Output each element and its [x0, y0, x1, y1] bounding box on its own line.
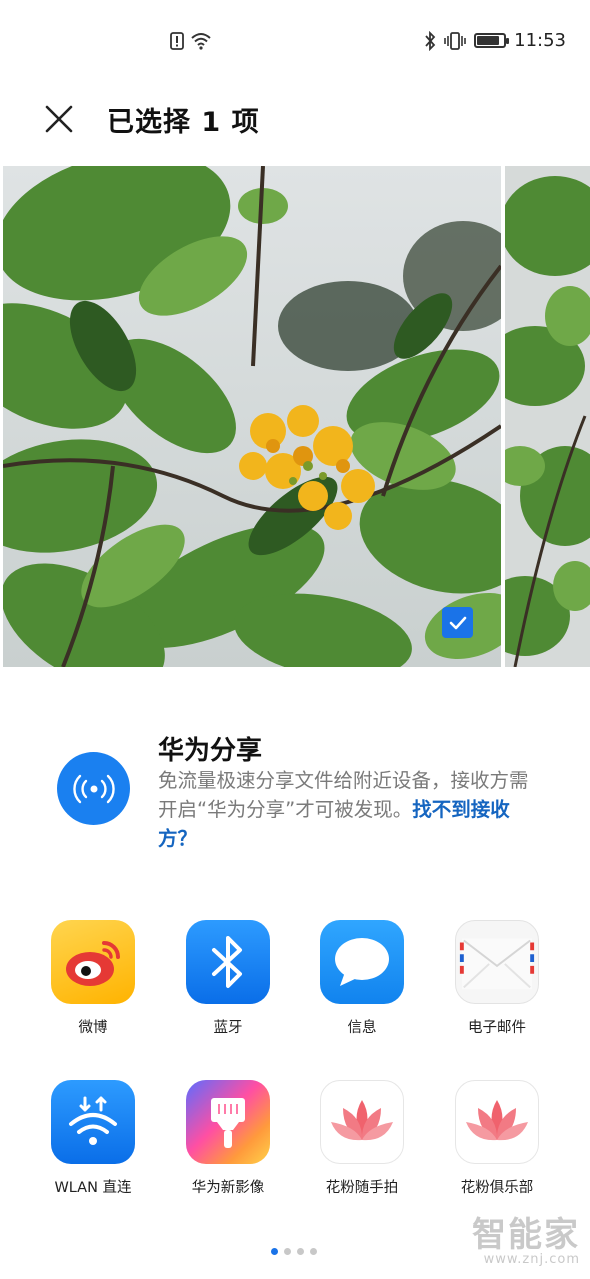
app-huafen-club[interactable]: 花粉俱乐部	[437, 1080, 557, 1197]
app-weibo[interactable]: 微博	[33, 920, 153, 1037]
share-description: 免流量极速分享文件给附近设备，接收方需开启“华为分享”才可被发现。找不到接收方？	[158, 766, 530, 853]
lotus-icon	[320, 1080, 404, 1164]
watermark-url: www.znj.com	[483, 1252, 580, 1267]
messages-icon	[320, 920, 404, 1004]
vibrate-icon	[444, 31, 466, 50]
app-label: 信息	[347, 1020, 377, 1036]
app-row-1: 微博 蓝牙 信息 电子邮件	[0, 920, 590, 1040]
flower-photo	[3, 166, 501, 667]
app-messages[interactable]: 信息	[302, 920, 422, 1037]
status-bar: 11:53	[0, 0, 590, 86]
status-right-icons: 11:53	[424, 30, 566, 51]
battery-fill	[477, 36, 500, 45]
bluetooth-icon	[425, 30, 436, 51]
selected-photo[interactable]	[3, 166, 501, 667]
app-label: 花粉俱乐部	[460, 1180, 534, 1196]
weibo-icon	[51, 920, 135, 1004]
alert-icon	[170, 32, 184, 50]
app-wlan-direct[interactable]: WLAN 直连	[33, 1080, 153, 1197]
email-icon	[455, 920, 539, 1004]
page-dot[interactable]	[310, 1248, 317, 1255]
battery-icon	[474, 33, 510, 48]
page-dot[interactable]	[297, 1248, 304, 1255]
app-huafen-snap[interactable]: 花粉随手拍	[302, 1080, 422, 1197]
app-email[interactable]: 电子邮件	[437, 920, 557, 1037]
photo-strip[interactable]	[0, 166, 590, 667]
nearby-share-icon[interactable]	[57, 752, 130, 825]
huawei-imaging-icon	[186, 1080, 270, 1164]
wlan-direct-icon	[51, 1080, 135, 1164]
selection-header: 已选择 1 项	[0, 86, 590, 150]
checkmark-icon	[449, 616, 466, 629]
app-label: 华为新影像	[191, 1180, 265, 1196]
share-title: 华为分享	[158, 736, 263, 766]
watermark-logo: 智能家	[472, 1215, 580, 1255]
clock: 11:53	[514, 30, 566, 51]
close-icon	[45, 105, 73, 133]
photo-checkbox[interactable]	[442, 607, 473, 638]
watermark: 智能家 www.znj.com	[472, 1218, 580, 1267]
app-label: WLAN 直连	[54, 1180, 132, 1196]
lotus-icon	[455, 1080, 539, 1164]
next-photo-preview[interactable]	[505, 166, 590, 667]
app-label: 蓝牙	[213, 1020, 243, 1036]
app-row-2: WLAN 直连 华为新影像 花粉随手拍 花粉俱乐部	[0, 1080, 590, 1200]
app-label: 微博	[78, 1020, 108, 1036]
next-photo	[505, 166, 590, 667]
app-label: 花粉随手拍	[325, 1180, 399, 1196]
app-bluetooth[interactable]: 蓝牙	[168, 920, 288, 1037]
page-indicator	[271, 1248, 317, 1255]
app-huawei-imaging[interactable]: 华为新影像	[168, 1080, 288, 1197]
wifi-icon	[191, 33, 211, 50]
page-title: 已选择 1 项	[107, 107, 260, 138]
close-button[interactable]	[36, 96, 82, 142]
page-dot[interactable]	[271, 1248, 278, 1255]
page-dot[interactable]	[284, 1248, 291, 1255]
app-label: 电子邮件	[468, 1020, 526, 1036]
huawei-share-section: 华为分享 免流量极速分享文件给附近设备，接收方需开启“华为分享”才可被发现。找不…	[0, 730, 590, 870]
status-center-icons	[170, 32, 212, 50]
bluetooth-icon	[186, 920, 270, 1004]
